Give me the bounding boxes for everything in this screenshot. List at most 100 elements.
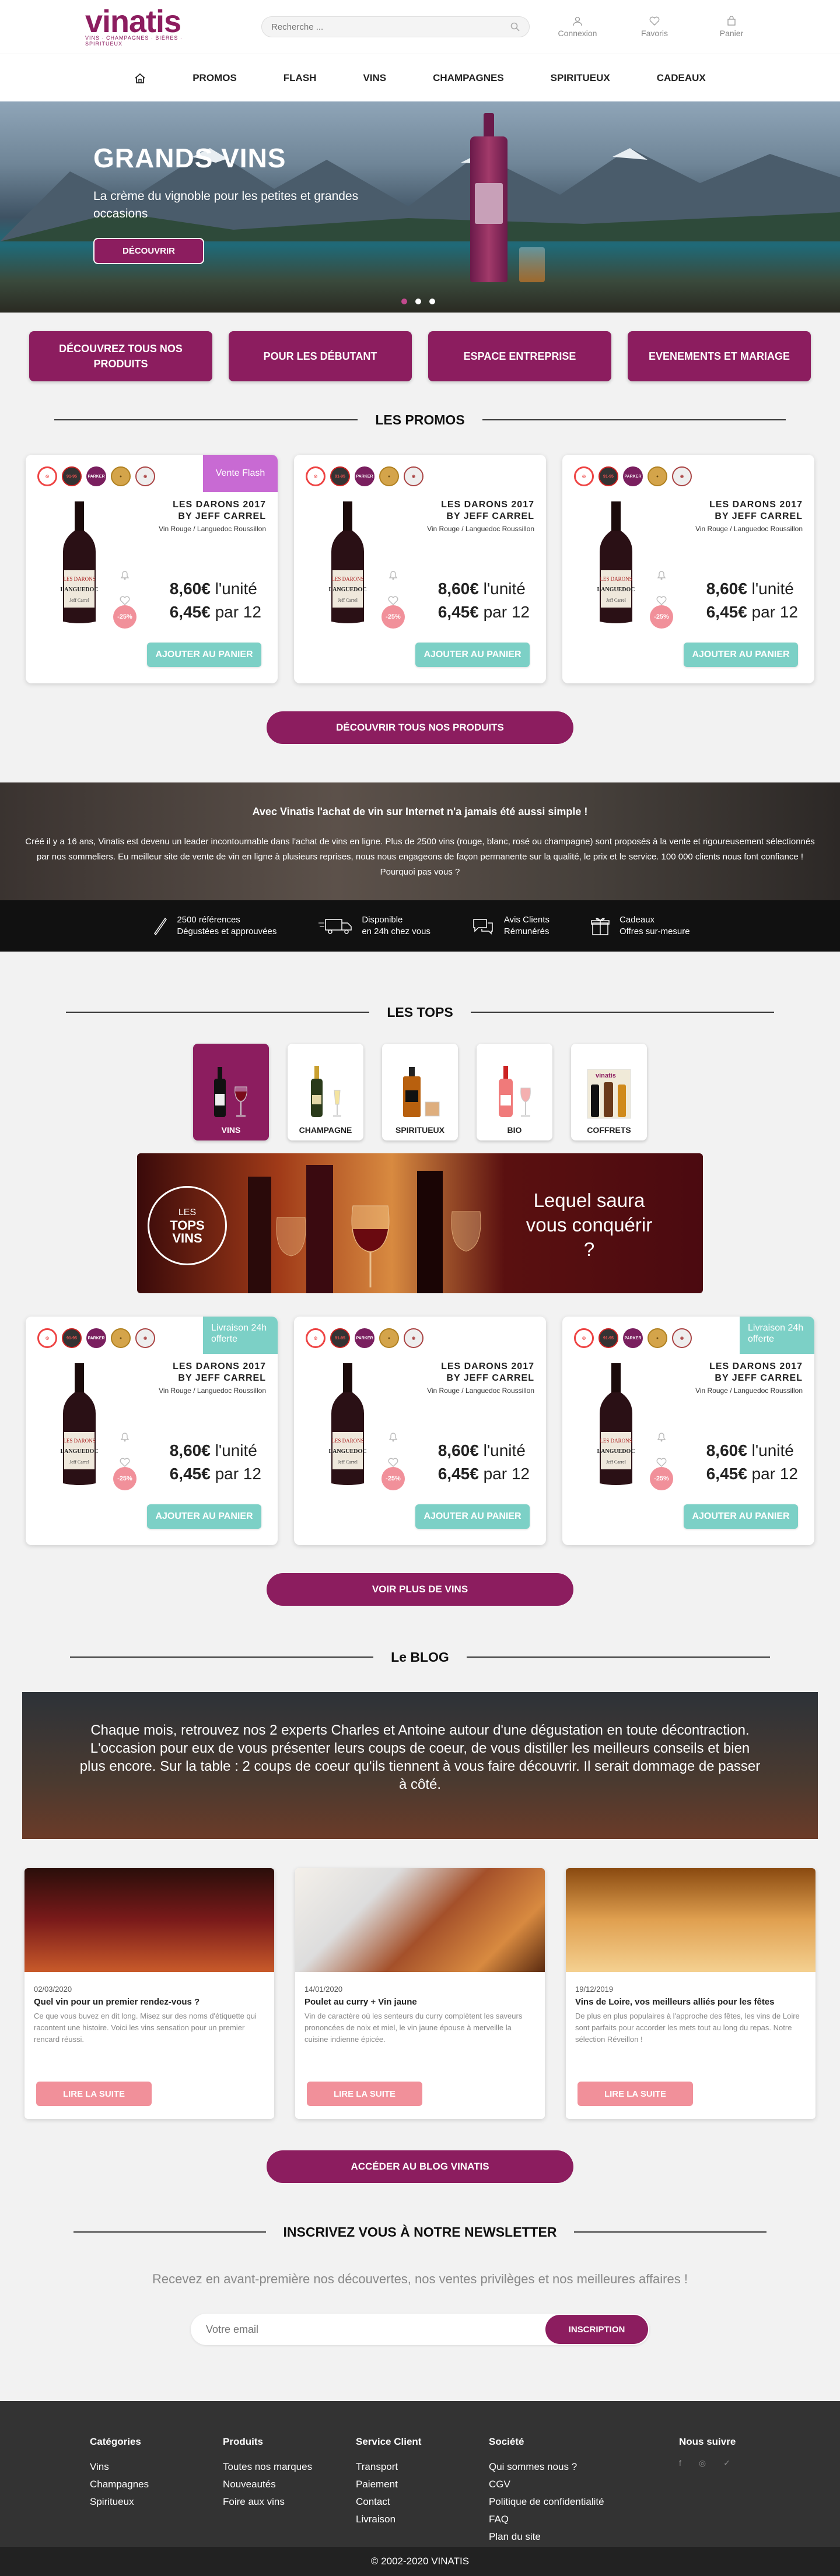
carousel-dot-3[interactable]: [429, 299, 435, 304]
quick-link-business[interactable]: ESPACE ENTREPRISE: [428, 331, 611, 381]
blog-post[interactable]: 19/12/2019 Vins de Loire, vos meilleurs …: [566, 1868, 816, 2119]
quick-link-beginners[interactable]: POUR LES DÉBUTANT: [229, 331, 412, 381]
footer-link[interactable]: Qui sommes nous ?: [489, 2458, 679, 2476]
footer-link[interactable]: Spiritueux: [90, 2493, 223, 2511]
product-name[interactable]: LES DARONS 2017: [427, 1361, 534, 1373]
footer-link[interactable]: Champagnes: [90, 2476, 223, 2493]
product-name[interactable]: LES DARONS 2017: [427, 499, 534, 511]
blog-post-title[interactable]: Vins de Loire, vos meilleurs alliés pour…: [575, 1997, 806, 2007]
favorite-heart-icon[interactable]: [387, 595, 399, 606]
add-to-cart-button[interactable]: AJOUTER AU PANIER: [415, 1504, 530, 1529]
nav-spiritueux[interactable]: SPIRITUEUX: [527, 72, 634, 84]
hero-cta-button[interactable]: DÉCOUVRIR: [93, 238, 205, 264]
footer-link[interactable]: Nouveautés: [223, 2476, 356, 2493]
category-vins[interactable]: VINS: [193, 1044, 269, 1140]
footer-link[interactable]: CGV: [489, 2476, 679, 2493]
footer-link[interactable]: Plan du site: [489, 2528, 679, 2546]
discover-all-products-button[interactable]: DÉCOUVRIR TOUS NOS PRODUITS: [267, 711, 573, 744]
product-card[interactable]: ◎ 91-95 PARKER ● ◉ LES DARONS 2017 BY JE…: [294, 1317, 546, 1545]
nav-cadeaux[interactable]: CADEAUX: [634, 72, 729, 84]
blog-post-title[interactable]: Poulet au curry + Vin jaune: [304, 1997, 536, 2007]
quick-link-events[interactable]: EVENEMENTS ET MARIAGE: [628, 331, 811, 381]
twitter-icon[interactable]: ✓: [723, 2458, 730, 2468]
category-coffrets[interactable]: vinatis COFFRETS: [571, 1044, 647, 1140]
alert-bell-icon[interactable]: [119, 1431, 131, 1443]
tops-banner[interactable]: LES TOPS VINS Lequel saura vous conquéri…: [137, 1153, 703, 1293]
alert-bell-icon[interactable]: [119, 569, 131, 581]
carousel-dot-1[interactable]: [401, 299, 407, 304]
account-link[interactable]: Connexion: [554, 16, 601, 38]
see-more-wines-button[interactable]: VOIR PLUS DE VINS: [267, 1573, 573, 1606]
alert-bell-icon[interactable]: [656, 569, 667, 581]
read-more-button[interactable]: LIRE LA SUITE: [36, 2082, 152, 2106]
category-champagne[interactable]: CHAMPAGNE: [288, 1044, 363, 1140]
footer-link[interactable]: Foire aux vins: [223, 2493, 356, 2511]
logo-wordmark[interactable]: vinatis: [85, 6, 202, 37]
footer-link[interactable]: Paiement: [356, 2476, 489, 2493]
add-to-cart-button[interactable]: AJOUTER AU PANIER: [684, 643, 798, 667]
nav-champagnes[interactable]: CHAMPAGNES: [410, 72, 527, 84]
facebook-icon[interactable]: f: [679, 2458, 681, 2468]
subscribe-button[interactable]: INSCRIPTION: [545, 2315, 648, 2344]
blog-access-button[interactable]: ACCÉDER AU BLOG VINATIS: [267, 2150, 573, 2183]
footer-link[interactable]: Vins: [90, 2458, 223, 2476]
read-more-button[interactable]: LIRE LA SUITE: [578, 2082, 693, 2106]
wine-bottle-image[interactable]: LES DARONS LANGUEDOC Jeff Carrel: [56, 501, 103, 624]
add-to-cart-button[interactable]: AJOUTER AU PANIER: [147, 643, 261, 667]
wine-bottle-image[interactable]: LES DARONS LANGUEDOC Jeff Carrel: [324, 501, 371, 624]
nav-flash[interactable]: FLASH: [260, 72, 340, 84]
logo[interactable]: vinatis VINS · CHAMPAGNES · BIÈRES · SPI…: [85, 6, 202, 47]
footer-link[interactable]: FAQ: [489, 2511, 679, 2528]
search-bar[interactable]: [261, 16, 530, 37]
product-name[interactable]: LES DARONS 2017: [695, 1361, 803, 1373]
product-card[interactable]: ◎ 91-95 PARKER ● ◉ LES DARONS 2017 BY JE…: [294, 455, 546, 683]
blog-post[interactable]: 14/01/2020 Poulet au curry + Vin jaune V…: [295, 1868, 545, 2119]
quick-link-all-products[interactable]: DÉCOUVREZ TOUS NOS PRODUITS: [29, 331, 212, 381]
product-card[interactable]: Vente Flash ◎ 91-95 PARKER ● ◉ LES DARON…: [26, 455, 278, 683]
blog-post-title[interactable]: Quel vin pour un premier rendez-vous ?: [34, 1997, 265, 2007]
product-card[interactable]: Livraison 24h offerte ◎ 91-95 PARKER ● ◉…: [562, 1317, 814, 1545]
add-to-cart-button[interactable]: AJOUTER AU PANIER: [147, 1504, 261, 1529]
footer-link[interactable]: Livraison: [356, 2511, 489, 2528]
category-bio[interactable]: BIO: [477, 1044, 552, 1140]
alert-bell-icon[interactable]: [387, 1431, 399, 1443]
promos-title: LES PROMOS: [375, 412, 465, 427]
footer-link[interactable]: Politique de confidentialité: [489, 2493, 679, 2511]
category-spiritueux[interactable]: SPIRITUEUX: [382, 1044, 458, 1140]
search-input[interactable]: [271, 22, 493, 32]
price-unit: 8,60€: [438, 1441, 479, 1459]
nav-vins[interactable]: VINS: [340, 72, 410, 84]
search-icon[interactable]: [510, 22, 520, 31]
alert-bell-icon[interactable]: [387, 569, 399, 581]
favorites-link[interactable]: Favoris: [631, 16, 678, 38]
product-name[interactable]: LES DARONS 2017: [159, 1361, 266, 1373]
footer-link[interactable]: Toutes nos marques: [223, 2458, 356, 2476]
wine-bottle-image[interactable]: LES DARONS LANGUEDOC Jeff Carrel: [593, 1363, 639, 1486]
price-dozen: 6,45€: [169, 1465, 211, 1483]
product-name[interactable]: LES DARONS 2017: [695, 499, 803, 511]
favorite-heart-icon[interactable]: [656, 595, 667, 606]
blog-post[interactable]: 02/03/2020 Quel vin pour un premier rend…: [24, 1868, 274, 2119]
product-card[interactable]: Livraison 24h offerte ◎ 91-95 PARKER ● ◉…: [26, 1317, 278, 1545]
carousel-dot-2[interactable]: [415, 299, 421, 304]
instagram-icon[interactable]: ◎: [699, 2458, 706, 2468]
product-card[interactable]: ◎ 91-95 PARKER ● ◉ LES DARONS 2017 BY JE…: [562, 455, 814, 683]
alert-bell-icon[interactable]: [656, 1431, 667, 1443]
wine-bottle-image[interactable]: LES DARONS LANGUEDOC Jeff Carrel: [593, 501, 639, 624]
add-to-cart-button[interactable]: AJOUTER AU PANIER: [684, 1504, 798, 1529]
wine-bottle-image[interactable]: LES DARONS LANGUEDOC Jeff Carrel: [56, 1363, 103, 1486]
nav-home[interactable]: [111, 72, 169, 84]
add-to-cart-button[interactable]: AJOUTER AU PANIER: [415, 643, 530, 667]
favorite-heart-icon[interactable]: [387, 1457, 399, 1468]
read-more-button[interactable]: LIRE LA SUITE: [307, 2082, 422, 2106]
product-name[interactable]: LES DARONS 2017: [159, 499, 266, 511]
cart-link[interactable]: Panier: [708, 16, 755, 38]
wine-bottle-image[interactable]: LES DARONS LANGUEDOC Jeff Carrel: [324, 1363, 371, 1486]
email-field[interactable]: [206, 2323, 341, 2336]
favorite-heart-icon[interactable]: [119, 595, 131, 606]
nav-promos[interactable]: PROMOS: [169, 72, 260, 84]
footer-link[interactable]: Contact: [356, 2493, 489, 2511]
favorite-heart-icon[interactable]: [656, 1457, 667, 1468]
favorite-heart-icon[interactable]: [119, 1457, 131, 1468]
footer-link[interactable]: Transport: [356, 2458, 489, 2476]
